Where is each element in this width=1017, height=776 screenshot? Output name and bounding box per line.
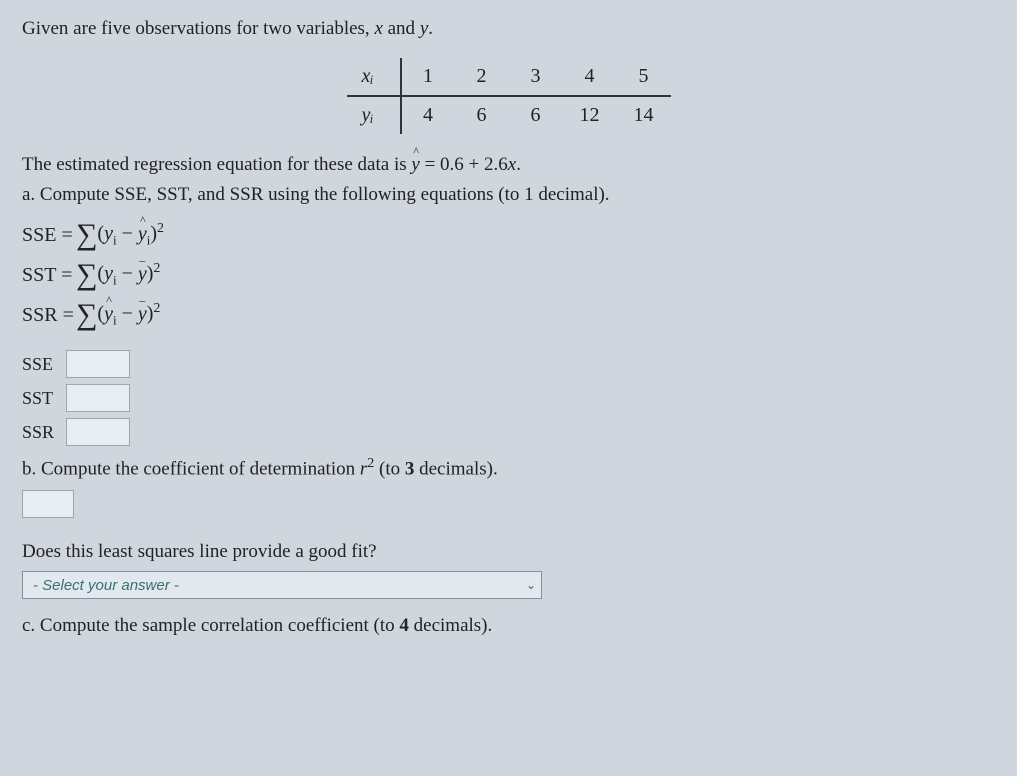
y-cell: 6 [455, 96, 509, 134]
sst-formula: SST = ∑ (yi − y)2 [22, 256, 995, 294]
inputs-block: SSE SST SSR [22, 350, 995, 446]
sse-label: SSE [22, 354, 66, 375]
table-row: xᵢ 1 2 3 4 5 [347, 58, 671, 96]
formula-block: SSE = ∑ (yi − yi)2 SST = ∑ (yi − y)2 SSR… [22, 216, 995, 334]
sst-row: SST [22, 384, 995, 412]
ssr-input[interactable] [66, 418, 130, 446]
data-table-wrap: xᵢ 1 2 3 4 5 yᵢ 4 6 6 12 14 [22, 58, 995, 134]
sst-input[interactable] [66, 384, 130, 412]
ssr-row: SSR [22, 418, 995, 446]
select-placeholder: - Select your answer - [23, 577, 521, 594]
intro-text: Given are five observations for two vari… [22, 18, 995, 40]
part-b-label: b. Compute the coefficient of determinat… [22, 456, 995, 480]
sse-row: SSE [22, 350, 995, 378]
x-cell: 5 [617, 58, 671, 96]
fit-question: Does this least squares line provide a g… [22, 541, 995, 563]
x-cell: 4 [563, 58, 617, 96]
part-c-label: c. Compute the sample correlation coeffi… [22, 615, 995, 637]
y-row-label: yᵢ [347, 96, 401, 134]
chevron-down-icon: ⌄ [521, 578, 541, 593]
sst-label: SST [22, 388, 66, 409]
x-cell: 1 [401, 58, 455, 96]
x-row-label: xᵢ [347, 58, 401, 96]
sse-input[interactable] [66, 350, 130, 378]
x-cell: 2 [455, 58, 509, 96]
y-cell: 4 [401, 96, 455, 134]
fit-select[interactable]: - Select your answer - ⌄ [22, 571, 542, 599]
ssr-label: SSR [22, 422, 66, 443]
question-page: Given are five observations for two vari… [0, 0, 1017, 655]
ssr-formula: SSR = ∑ (yi − y)2 [22, 296, 995, 334]
y-cell: 14 [617, 96, 671, 134]
r2-input[interactable] [22, 490, 74, 518]
sse-formula: SSE = ∑ (yi − yi)2 [22, 216, 995, 254]
data-table: xᵢ 1 2 3 4 5 yᵢ 4 6 6 12 14 [347, 58, 671, 134]
y-cell: 12 [563, 96, 617, 134]
part-a-label: a. Compute SSE, SST, and SSR using the f… [22, 184, 995, 206]
regression-equation: The estimated regression equation for th… [22, 154, 995, 176]
x-cell: 3 [509, 58, 563, 96]
table-row: yᵢ 4 6 6 12 14 [347, 96, 671, 134]
y-cell: 6 [509, 96, 563, 134]
